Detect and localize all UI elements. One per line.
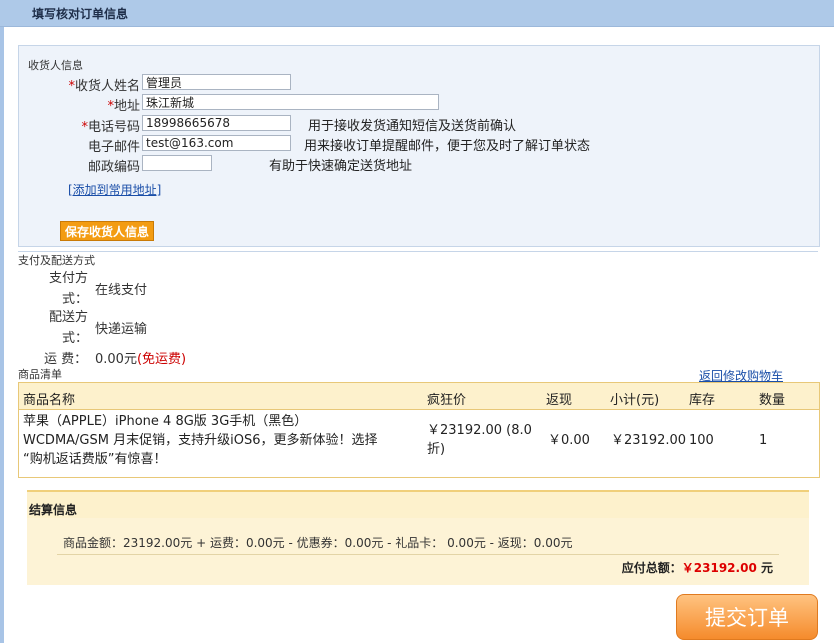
delivery-method-value: 快递运输 xyxy=(95,322,148,337)
col-price-header: 疯狂价 xyxy=(427,393,467,408)
product-price: ￥23192.00 (8.0 折) xyxy=(427,423,532,457)
zip-input[interactable] xyxy=(142,155,212,171)
col-stock-header: 库存 xyxy=(689,393,716,408)
settlement-divider xyxy=(57,554,779,555)
total-due: 应付总额：￥23192.00 元 xyxy=(621,561,773,575)
delivery-method-label: 配送方 式： xyxy=(48,310,88,346)
email-input[interactable] xyxy=(142,135,291,151)
col-rebate-header: 返现 xyxy=(546,393,573,408)
goods-section-title: 商品清单 xyxy=(18,368,62,381)
address-input[interactable] xyxy=(142,94,439,110)
phone-input[interactable] xyxy=(142,115,291,131)
product-name[interactable]: 苹果（APPLE）iPhone 4 8G版 3G手机（黑色） WCDMA/GSM… xyxy=(23,412,423,469)
goods-table-header: 商品名称 疯狂价 返现 小计(元) 库存 数量 xyxy=(19,383,819,410)
settlement-section: 结算信息 商品金额：23192.00元 + 运费：0.00元 - 优惠券：0.0… xyxy=(27,490,809,585)
consignee-name-input[interactable] xyxy=(142,74,291,90)
settlement-formula: 商品金额：23192.00元 + 运费：0.00元 - 优惠券：0.00元 - … xyxy=(63,536,573,550)
zip-hint: 有助于快速确定送货地址 xyxy=(269,159,413,174)
submit-order-button[interactable]: 提交订单 xyxy=(676,594,818,640)
goods-table: 商品名称 疯狂价 返现 小计(元) 库存 数量 苹果（APPLE）iPhone … xyxy=(18,382,820,478)
shipping-fee-value: 0.00元(免运费) xyxy=(95,352,187,367)
phone-hint: 用于接收发货通知短信及送货前确认 xyxy=(308,119,517,134)
shipping-fee-label: 运 费： xyxy=(44,352,88,367)
col-qty-header: 数量 xyxy=(759,393,786,408)
settlement-body: 商品金额：23192.00元 + 运费：0.00元 - 优惠券：0.00元 - … xyxy=(27,518,809,585)
total-amount: ￥23192.00 xyxy=(681,561,757,575)
payment-divider xyxy=(18,251,818,252)
product-rebate: ￥0.00 xyxy=(548,433,590,448)
col-name-header: 商品名称 xyxy=(23,393,76,408)
name-label: *收货人姓名： xyxy=(68,79,153,94)
settlement-title: 结算信息 xyxy=(29,503,78,517)
page-title: 填写核对订单信息 xyxy=(32,7,129,21)
left-accent-bar xyxy=(0,27,4,643)
consignee-section-title: 收货人信息 xyxy=(28,59,83,72)
product-subtotal: ￥23192.00 xyxy=(611,433,687,448)
payment-method-label: 支付方 式： xyxy=(48,271,88,307)
free-shipping-note: (免运费) xyxy=(136,352,187,367)
add-to-common-address-link[interactable]: [添加到常用地址] xyxy=(68,181,161,198)
product-qty: 1 xyxy=(759,433,768,448)
email-hint: 用来接收订单提醒邮件，便于您及时了解订单状态 xyxy=(304,139,591,154)
payment-method-value: 在线支付 xyxy=(95,283,148,298)
product-stock: 100 xyxy=(689,433,714,448)
consignee-section: 收货人信息 *收货人姓名： *地址： *电话号码： 用于接收发货通知短信及送货前… xyxy=(18,45,820,247)
page-header: 填写核对订单信息 xyxy=(0,0,834,27)
payment-section-title: 支付及配送方式 xyxy=(18,254,95,267)
save-consignee-button[interactable]: 保存收货人信息 xyxy=(60,221,154,241)
col-subtotal-header: 小计(元) xyxy=(610,393,660,408)
